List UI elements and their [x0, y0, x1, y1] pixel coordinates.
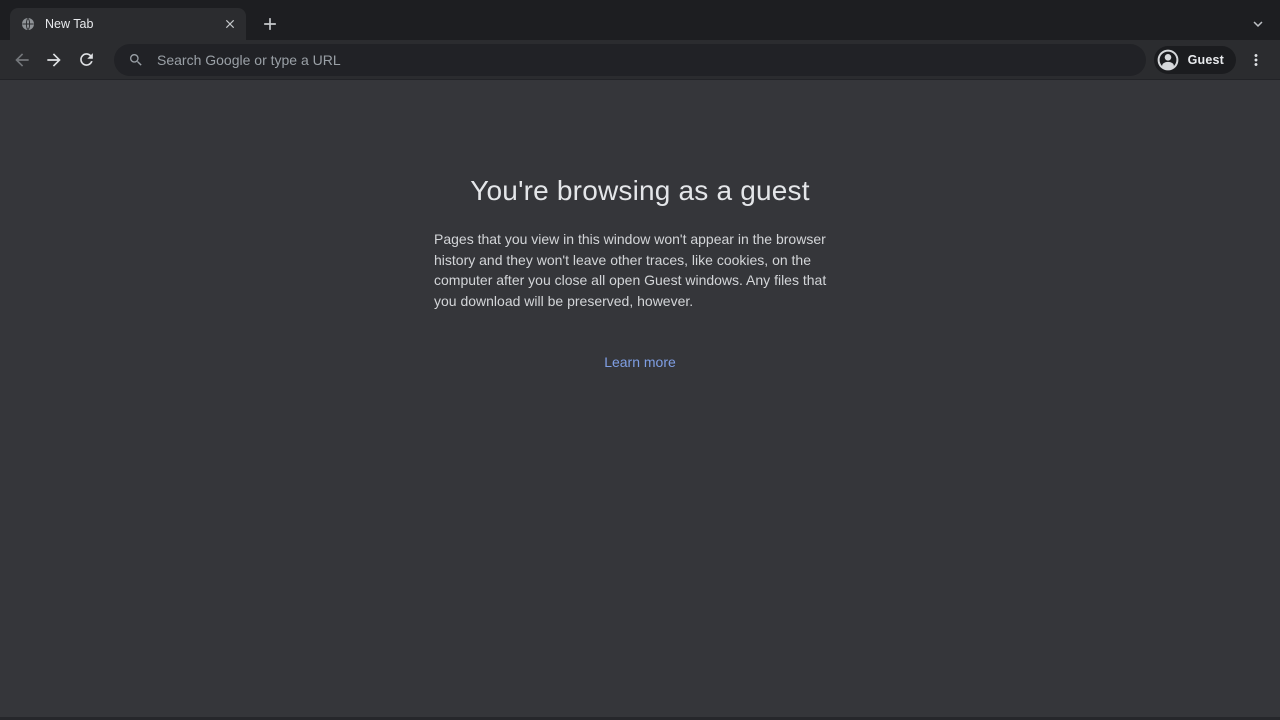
reload-icon: [77, 50, 96, 69]
browser-toolbar: Guest: [0, 40, 1280, 80]
browser-menu-button[interactable]: [1242, 46, 1270, 74]
back-button[interactable]: [8, 46, 36, 74]
forward-button[interactable]: [40, 46, 68, 74]
globe-favicon-icon: [20, 16, 36, 32]
profile-guest-button[interactable]: Guest: [1154, 46, 1236, 74]
guest-page-content: You're browsing as a guest Pages that yo…: [0, 80, 1280, 372]
browser-window: New Tab: [0, 0, 1280, 720]
learn-more-link[interactable]: Learn more: [604, 354, 676, 370]
reload-button[interactable]: [72, 46, 100, 74]
tab-strip: New Tab: [0, 0, 1280, 40]
window-chevron-down-button[interactable]: [1249, 15, 1267, 33]
tab-close-icon[interactable]: [220, 14, 240, 34]
tab-new-tab[interactable]: New Tab: [10, 8, 246, 40]
new-tab-button[interactable]: [256, 10, 284, 38]
back-arrow-icon: [12, 50, 32, 70]
search-icon: [128, 52, 144, 68]
forward-arrow-icon: [44, 50, 64, 70]
tab-title: New Tab: [45, 17, 220, 31]
kebab-menu-icon: [1247, 51, 1265, 69]
chevron-down-icon: [1249, 15, 1267, 33]
profile-label: Guest: [1188, 53, 1224, 67]
plus-icon: [260, 14, 280, 34]
address-search-input[interactable]: [155, 51, 1132, 69]
guest-avatar-icon: [1156, 48, 1180, 72]
page-title: You're browsing as a guest: [0, 175, 1280, 207]
guest-description-text: Pages that you view in this window won't…: [434, 229, 846, 311]
omnibox[interactable]: [114, 44, 1146, 76]
